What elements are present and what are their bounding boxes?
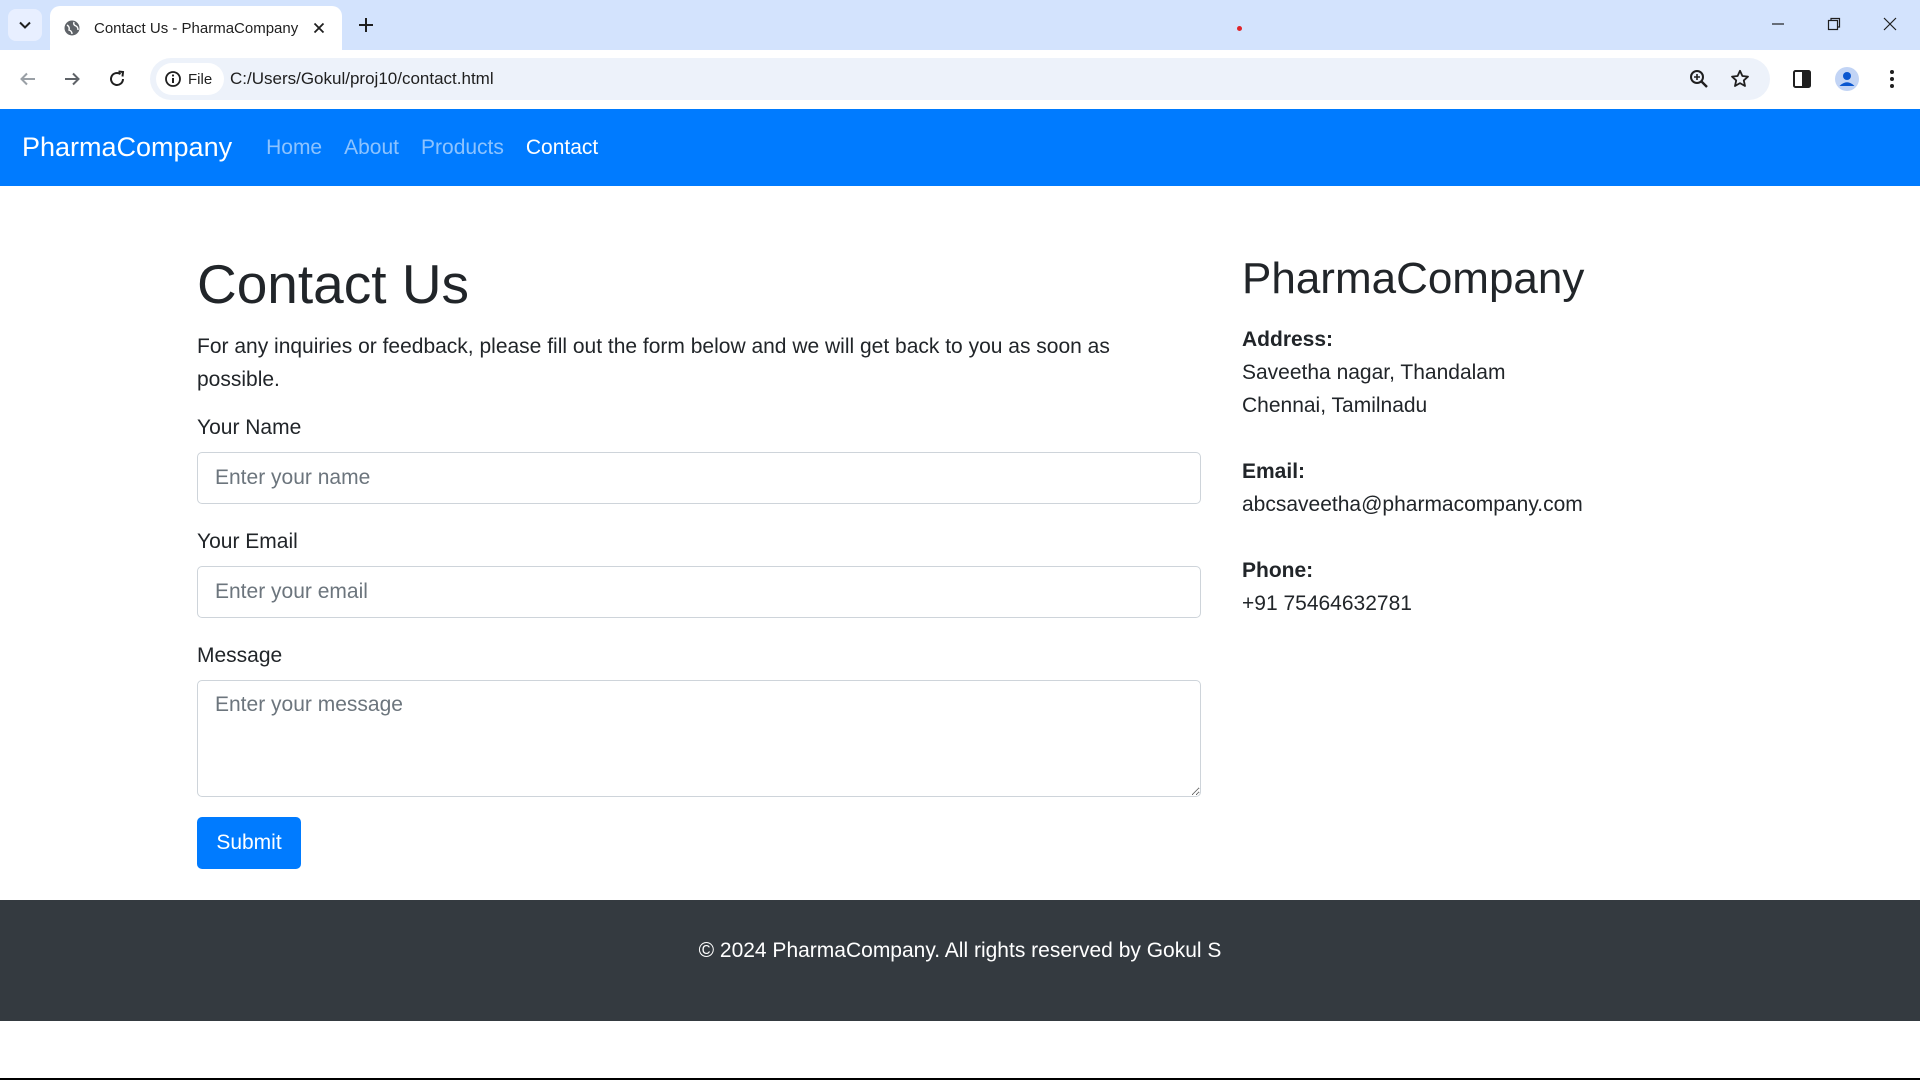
minimize-icon <box>1772 23 1784 25</box>
company-phone-label: Phone: <box>1242 559 1314 582</box>
window-close-button[interactable] <box>1862 0 1918 48</box>
info-icon <box>165 71 181 87</box>
url-text[interactable]: C:/Users/Gokul/proj10/contact.html <box>230 69 494 89</box>
address-line-2: Chennai, Tamilnadu <box>1242 394 1428 417</box>
window-close-icon <box>1883 17 1897 31</box>
address-label: Address: <box>1242 328 1334 351</box>
forward-arrow-icon <box>65 72 80 86</box>
minimize-button[interactable] <box>1750 0 1806 48</box>
close-icon[interactable] <box>308 17 330 39</box>
company-phone: +91 75464632781 <box>1242 592 1412 615</box>
back-button[interactable] <box>11 62 45 96</box>
plus-icon <box>359 18 373 32</box>
forward-button[interactable] <box>55 62 89 96</box>
browser-tabstrip: Contact Us - PharmaCompany <box>0 0 1920 50</box>
message-textarea[interactable] <box>197 680 1201 797</box>
company-email: abcsaveetha@pharmacompany.com <box>1242 493 1583 516</box>
site-info-chip[interactable]: File <box>156 63 224 95</box>
company-info-section: PharmaCompany Address: Saveetha nagar, T… <box>1242 257 1802 653</box>
side-panel-icon[interactable] <box>1786 63 1818 95</box>
zoom-icon[interactable] <box>1686 66 1712 92</box>
new-tab-button[interactable] <box>352 11 380 39</box>
nav-link-about[interactable]: About <box>344 136 399 160</box>
reload-button[interactable] <box>100 62 134 96</box>
kebab-menu-icon[interactable] <box>1876 63 1908 95</box>
address-line-1: Saveetha nagar, Thandalam <box>1242 361 1506 384</box>
site-footer: © 2024 PharmaCompany. All rights reserve… <box>0 900 1920 1021</box>
profile-icon[interactable] <box>1831 63 1863 95</box>
globe-icon <box>62 18 82 38</box>
phone-block: Phone: +91 75464632781 <box>1242 554 1802 620</box>
site-navbar: PharmaCompany Home About Products Contac… <box>0 109 1920 186</box>
page-title: Contact Us <box>197 253 470 315</box>
contact-form-section: Contact Us For any inquiries or feedback… <box>197 257 1201 869</box>
browser-toolbar: File C:/Users/Gokul/proj10/contact.html <box>0 50 1920 109</box>
nav-link-home[interactable]: Home <box>266 136 322 160</box>
name-label: Your Name <box>197 416 302 439</box>
address-block: Address: Saveetha nagar, Thandalam Chenn… <box>1242 323 1802 422</box>
submit-button[interactable]: Submit <box>197 817 301 869</box>
intro-text: For any inquiries or feedback, please fi… <box>197 335 1110 391</box>
email-label: Your Email <box>197 530 298 553</box>
browser-tab[interactable]: Contact Us - PharmaCompany <box>50 6 342 50</box>
restore-button[interactable] <box>1806 0 1862 48</box>
email-block: Email: abcsaveetha@pharmacompany.com <box>1242 455 1802 521</box>
restore-icon <box>1827 17 1841 31</box>
message-label: Message <box>197 644 283 667</box>
web-page: PharmaCompany Home About Products Contac… <box>0 109 1920 1080</box>
tab-title: Contact Us - PharmaCompany <box>94 19 299 37</box>
back-arrow-icon <box>20 72 35 86</box>
recording-dot <box>1237 26 1242 31</box>
star-icon[interactable] <box>1727 66 1753 92</box>
nav-link-products[interactable]: Products <box>421 136 504 160</box>
nav-link-contact[interactable]: Contact <box>526 136 598 160</box>
name-input[interactable] <box>197 452 1201 504</box>
email-input[interactable] <box>197 566 1201 618</box>
company-name: PharmaCompany <box>1242 254 1585 303</box>
site-chip-label: File <box>188 70 213 88</box>
footer-text: © 2024 PharmaCompany. All rights reserve… <box>698 938 1222 962</box>
company-email-label: Email: <box>1242 460 1306 483</box>
tab-search-button[interactable] <box>8 9 42 41</box>
tab-search-icon <box>19 21 31 29</box>
address-bar[interactable]: File C:/Users/Gokul/proj10/contact.html <box>150 58 1770 100</box>
navbar-brand[interactable]: PharmaCompany <box>22 132 232 163</box>
reload-icon <box>110 70 125 86</box>
